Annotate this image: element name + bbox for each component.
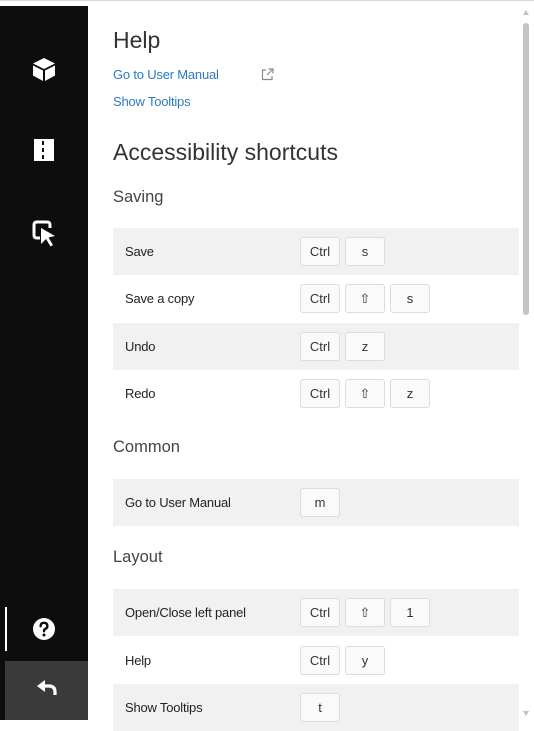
- scroll-down-arrow-icon[interactable]: [523, 711, 529, 716]
- shortcut-row-undo: Undo Ctrl z: [113, 323, 519, 370]
- sidebar-item-3d-view[interactable]: [0, 39, 88, 99]
- key-ctrl: Ctrl: [300, 332, 340, 361]
- accessibility-heading: Accessibility shortcuts: [113, 139, 338, 165]
- section-layout: Layout: [113, 548, 163, 566]
- key-m: m: [300, 488, 340, 517]
- cube-icon: [31, 56, 57, 82]
- key-shift: ⇧: [345, 284, 385, 313]
- key-s: s: [345, 237, 385, 266]
- sidebar-item-panels[interactable]: [0, 120, 88, 180]
- help-circle-icon: [32, 617, 56, 641]
- key-ctrl: Ctrl: [300, 379, 340, 408]
- key-shift: ⇧: [345, 379, 385, 408]
- shortcut-label: Undo: [125, 339, 156, 354]
- shortcut-label: Save a copy: [125, 291, 195, 306]
- section-saving: Saving: [113, 188, 164, 206]
- top-border: [0, 0, 534, 1]
- key-z: z: [345, 332, 385, 361]
- shortcut-row-help: Help Ctrl y: [113, 637, 519, 684]
- key-1: 1: [390, 598, 430, 627]
- left-sidebar: [0, 6, 88, 720]
- key-shift: ⇧: [345, 598, 385, 627]
- key-ctrl: Ctrl: [300, 646, 340, 675]
- shortcut-row-tooltips: Show Tooltips t: [113, 684, 519, 731]
- shortcut-label: Redo: [125, 386, 156, 401]
- show-tooltips-link[interactable]: Show Tooltips: [113, 94, 191, 109]
- back-button[interactable]: [5, 661, 88, 720]
- shortcut-label: Help: [125, 653, 151, 668]
- key-ctrl: Ctrl: [300, 237, 340, 266]
- scroll-up-arrow-icon[interactable]: [523, 10, 529, 15]
- scrollbar-thumb[interactable]: [523, 23, 529, 315]
- key-z: z: [390, 379, 430, 408]
- panels-icon: [32, 138, 56, 162]
- key-y: y: [345, 646, 385, 675]
- shortcut-label: Show Tooltips: [125, 700, 203, 715]
- shortcut-row-redo: Redo Ctrl ⇧ z: [113, 370, 519, 417]
- back-arrow-icon: [36, 679, 58, 702]
- shortcut-row-save: Save Ctrl s: [113, 228, 519, 275]
- shortcut-label: Save: [125, 244, 154, 259]
- section-common: Common: [113, 438, 180, 456]
- shortcut-row-user-manual: Go to User Manual m: [113, 479, 519, 526]
- sidebar-item-selection[interactable]: [0, 204, 88, 264]
- shortcut-row-left-panel: Open/Close left panel Ctrl ⇧ 1: [113, 589, 519, 636]
- key-s: s: [390, 284, 430, 313]
- key-t: t: [300, 693, 340, 722]
- user-manual-link[interactable]: Go to User Manual: [113, 67, 219, 82]
- vertical-scrollbar[interactable]: [519, 6, 534, 720]
- help-heading: Help: [113, 27, 161, 53]
- shortcut-label: Go to User Manual: [125, 495, 231, 510]
- external-link-icon[interactable]: [261, 68, 274, 86]
- key-ctrl: Ctrl: [300, 284, 340, 313]
- shortcut-row-save-copy: Save a copy Ctrl ⇧ s: [113, 275, 519, 322]
- sidebar-item-help[interactable]: [0, 599, 88, 659]
- select-cursor-icon: [30, 220, 58, 248]
- key-ctrl: Ctrl: [300, 598, 340, 627]
- shortcut-label: Open/Close left panel: [125, 605, 246, 620]
